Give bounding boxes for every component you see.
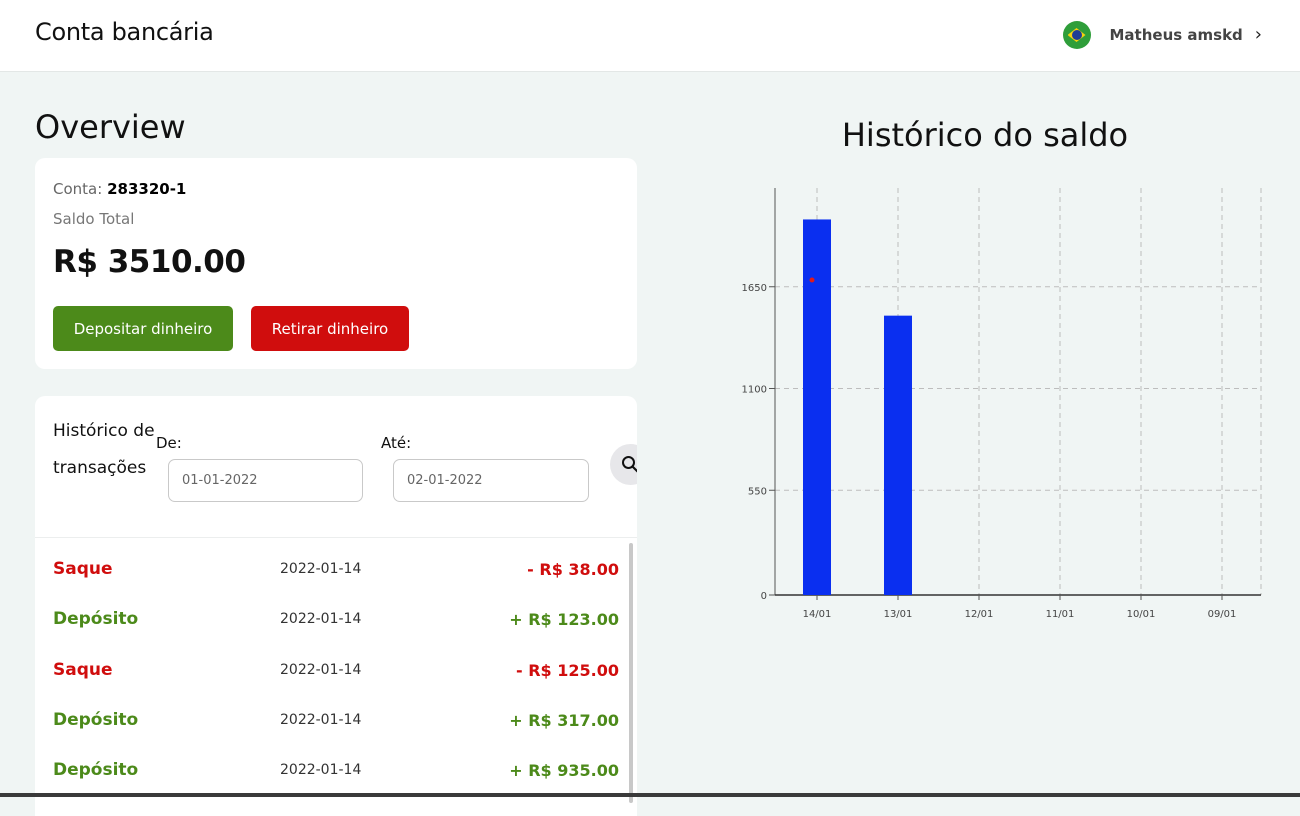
transaction-date: 2022-01-14 [280,711,362,728]
search-icon [622,456,637,473]
x-tick-label: 10/01 [1127,609,1156,620]
data-point-marker [809,277,815,283]
table-row[interactable]: Depósito 2022-01-14 + R$ 317.00 [35,698,625,748]
transaction-date: 2022-01-14 [280,661,362,678]
account-line: Conta: 283320-1 [53,180,186,198]
window-bottom-edge [0,793,1300,797]
transaction-amount: - R$ 125.00 [516,660,619,680]
to-date-input[interactable] [393,459,589,502]
account-number: 283320-1 [107,180,187,198]
table-row[interactable]: Saque 2022-01-14 - R$ 125.00 [35,648,625,698]
table-row[interactable]: Saque 2022-01-14 - R$ 38.00 [35,547,625,597]
balance-label: Saldo Total [53,210,135,228]
chevron-right-icon[interactable]: › [1255,26,1262,44]
from-date-input[interactable] [168,459,363,502]
transaction-type: Depósito [53,760,139,781]
table-row[interactable]: Depósito 2022-01-14 + R$ 123.00 [35,597,625,647]
x-tick-label: 09/01 [1208,609,1237,620]
transaction-amount: - R$ 38.00 [527,560,619,579]
y-tick-label: 550 [748,486,767,497]
transaction-amount: + R$ 317.00 [509,710,619,730]
account-card: Conta: 283320-1 Saldo Total R$ 3510.00 D… [35,158,637,369]
transaction-date: 2022-01-14 [280,561,362,577]
balance-value: R$ 3510.00 [53,244,246,280]
search-button[interactable] [610,444,637,485]
x-tick-label: 11/01 [1046,609,1075,620]
bar [803,219,831,595]
y-tick-label: 1650 [742,283,767,294]
y-tick-label: 2200 [742,180,767,183]
account-label: Conta: [53,180,103,198]
transaction-type: Saque [53,559,113,579]
transaction-amount: + R$ 935.00 [509,761,619,781]
transaction-type: Saque [53,659,113,680]
bar [884,315,912,595]
divider [35,537,637,538]
transaction-type: Depósito [53,709,139,730]
transaction-type: Depósito [53,609,139,630]
scrollbar[interactable] [629,543,633,803]
chart-title: Histórico do saldo [841,116,1129,154]
table-row[interactable]: Depósito 2022-01-14 + R$ 935.00 [35,748,625,798]
deposit-button[interactable]: Depositar dinheiro [53,306,233,351]
transaction-date: 2022-01-14 [280,611,362,628]
transaction-date: 2022-01-14 [280,762,362,779]
transactions-title: Histórico de transações [53,421,155,478]
transaction-amount: + R$ 123.00 [509,610,619,630]
x-tick-label: 13/01 [884,609,913,620]
y-tick-label: 1100 [742,385,767,396]
x-tick-label: 14/01 [803,609,832,620]
transactions-card: Histórico de transações De: Até: Saque 20… [35,396,637,816]
x-tick-label: 12/01 [965,609,994,620]
withdraw-button[interactable]: Retirar dinheiro [251,306,409,351]
brazil-flag-icon [1062,21,1091,49]
page-title: Overview [35,108,186,146]
user-menu[interactable]: Matheus amskd › [1062,21,1262,49]
user-name[interactable]: Matheus amskd [1110,26,1243,44]
app-title: Conta bancária [35,18,214,46]
y-tick-label: 0 [761,591,767,602]
to-date-label: Até: [381,434,412,452]
balance-chart: 0 550 1100 1650 2200 14/01 13/01 12/01 11/01 10/0… [742,180,1262,620]
from-date-label: De: [156,434,182,452]
top-bar: Conta bancária Matheus amskd › [0,0,1300,72]
